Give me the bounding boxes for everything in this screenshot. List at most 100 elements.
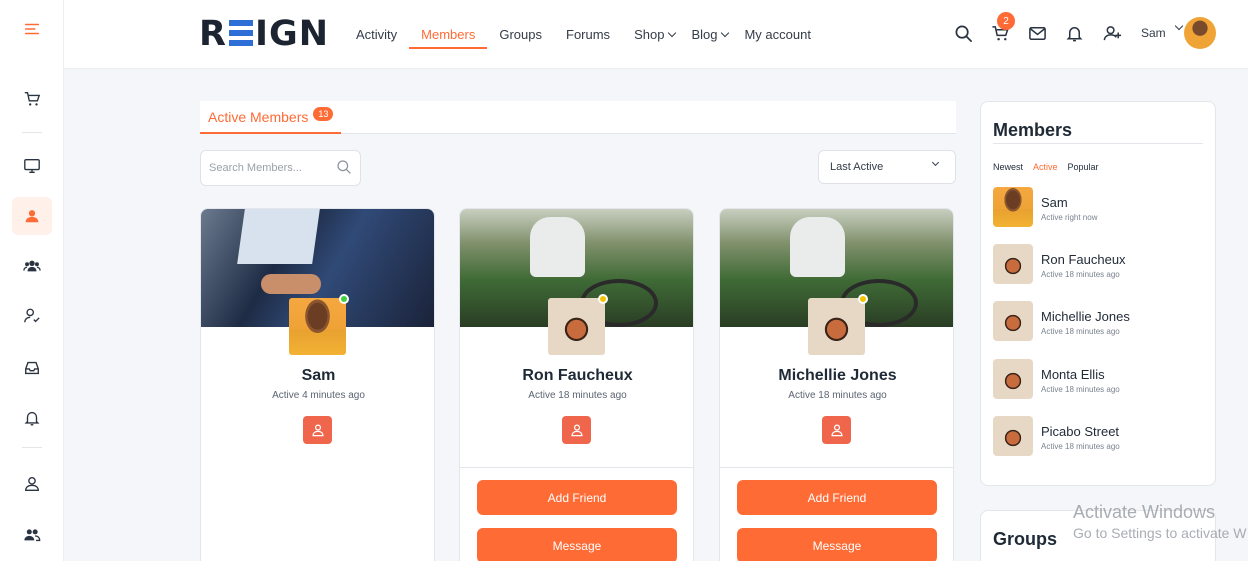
member-card-ron-faucheux: Ron Faucheux Active 18 minutes ago Add F… bbox=[459, 208, 694, 561]
chevron-down-icon[interactable] bbox=[1174, 21, 1184, 31]
nav-my-account[interactable]: My account bbox=[732, 0, 822, 69]
sort-selected-value: Last Active bbox=[830, 161, 884, 173]
chevron-down-icon bbox=[721, 28, 730, 37]
widget-member-name[interactable]: Picabo Street bbox=[1041, 424, 1119, 439]
card-divider bbox=[720, 467, 953, 468]
member-name[interactable]: Michellie Jones bbox=[720, 367, 953, 385]
chevron-down-icon bbox=[668, 28, 677, 37]
widget-member-row[interactable]: Ron Faucheux Active 18 minutes ago bbox=[993, 244, 1203, 286]
nav-groups-label: Groups bbox=[499, 27, 542, 42]
widget-member-avatar[interactable] bbox=[993, 187, 1033, 227]
members-icon[interactable] bbox=[12, 197, 52, 235]
notification-bell-icon[interactable] bbox=[1063, 22, 1085, 44]
nav-my-account-label: My account bbox=[744, 27, 811, 42]
user-icon bbox=[570, 424, 583, 437]
groups-icon[interactable] bbox=[12, 247, 52, 285]
top-header: R IGN Activity Members Groups Forums Shop… bbox=[64, 0, 1248, 69]
search-icon[interactable] bbox=[952, 22, 974, 44]
view-profile-button[interactable] bbox=[562, 416, 591, 444]
nav-activity-label: Activity bbox=[356, 27, 398, 42]
main-nav: Activity Members Groups Forums Shop Blog… bbox=[344, 0, 823, 69]
member-avatar[interactable] bbox=[808, 298, 865, 355]
nav-blog-label: Blog bbox=[691, 27, 718, 42]
add-friend-button[interactable]: Add Friend bbox=[477, 480, 677, 515]
cart-count-badge: 2 bbox=[997, 12, 1015, 30]
member-search bbox=[200, 150, 361, 186]
widget-member-row[interactable]: Michellie Jones Active 18 minutes ago bbox=[993, 301, 1203, 343]
nav-activity[interactable]: Activity bbox=[344, 0, 409, 69]
friends-icon[interactable] bbox=[12, 516, 52, 554]
nav-shop[interactable]: Shop bbox=[622, 0, 679, 69]
logo-letters-ign: IGN bbox=[254, 14, 329, 54]
card-divider bbox=[460, 467, 693, 468]
widget-member-activity: Active 18 minutes ago bbox=[1041, 442, 1120, 451]
sidebar-divider bbox=[22, 447, 42, 448]
nav-members-label: Members bbox=[421, 27, 476, 42]
tab-active-members[interactable]: Active Members 13 bbox=[200, 101, 342, 134]
widget-member-name[interactable]: Michellie Jones bbox=[1041, 309, 1130, 324]
left-sidebar bbox=[0, 0, 64, 561]
menu-icon[interactable] bbox=[12, 10, 52, 48]
member-last-active: Active 18 minutes ago bbox=[788, 390, 887, 401]
nav-groups[interactable]: Groups bbox=[487, 0, 554, 69]
widget-member-row[interactable]: Picabo Street Active 18 minutes ago bbox=[993, 416, 1203, 458]
watermark-line-2: Go to Settings to activate W bbox=[1073, 525, 1247, 541]
nav-forums[interactable]: Forums bbox=[554, 0, 622, 69]
nav-blog[interactable]: Blog bbox=[679, 0, 732, 69]
mail-icon[interactable] bbox=[1026, 22, 1048, 44]
widget-member-name[interactable]: Sam bbox=[1041, 195, 1068, 210]
away-status-indicator bbox=[598, 294, 608, 304]
chevron-down-icon bbox=[931, 158, 940, 167]
nav-members[interactable]: Members bbox=[409, 0, 488, 69]
user-icon bbox=[311, 424, 324, 437]
widget-title: Groups bbox=[993, 529, 1058, 549]
widget-divider bbox=[993, 143, 1203, 144]
message-button[interactable]: Message bbox=[737, 528, 937, 561]
sidebar-divider bbox=[22, 132, 42, 133]
member-name[interactable]: Sam bbox=[201, 367, 434, 385]
message-button[interactable]: Message bbox=[477, 528, 677, 561]
user-icon bbox=[830, 424, 843, 437]
logo-letter-r: R bbox=[199, 14, 227, 54]
user-menu-name[interactable]: Sam bbox=[1141, 26, 1166, 40]
view-profile-button[interactable] bbox=[822, 416, 851, 444]
widget-member-avatar[interactable] bbox=[993, 301, 1033, 341]
away-status-indicator bbox=[858, 294, 868, 304]
widget-member-name[interactable]: Ron Faucheux bbox=[1041, 252, 1126, 267]
user-avatar[interactable] bbox=[1184, 17, 1216, 49]
widget-member-activity: Active 18 minutes ago bbox=[1041, 327, 1120, 336]
activate-windows-watermark: Activate Windows Go to Settings to activ… bbox=[1073, 502, 1247, 541]
tab-active-members-label: Active Members bbox=[208, 108, 309, 125]
nav-forums-label: Forums bbox=[566, 27, 611, 42]
widget-filter-tabs: Newest Active Popular bbox=[993, 162, 1099, 172]
add-friend-icon[interactable] bbox=[1101, 22, 1123, 44]
watermark-line-1: Activate Windows bbox=[1073, 502, 1216, 522]
member-name[interactable]: Ron Faucheux bbox=[460, 367, 693, 385]
bell-icon[interactable] bbox=[12, 399, 52, 437]
widget-member-row[interactable]: Monta Ellis Active 18 minutes ago bbox=[993, 359, 1203, 401]
profile-icon[interactable] bbox=[12, 465, 52, 503]
logo-letter-e bbox=[228, 20, 253, 46]
add-friend-button[interactable]: Add Friend bbox=[737, 480, 937, 515]
widget-member-avatar[interactable] bbox=[993, 359, 1033, 399]
search-members-input[interactable] bbox=[209, 151, 334, 185]
member-avatar[interactable] bbox=[548, 298, 605, 355]
search-icon[interactable] bbox=[336, 159, 352, 175]
sort-select[interactable]: Last Active bbox=[818, 150, 956, 184]
widget-member-row[interactable]: Sam Active right now bbox=[993, 187, 1203, 229]
inbox-icon[interactable] bbox=[12, 349, 52, 387]
member-avatar[interactable] bbox=[289, 298, 346, 355]
widget-tab-newest[interactable]: Newest bbox=[993, 162, 1023, 172]
widget-member-avatar[interactable] bbox=[993, 244, 1033, 284]
monitor-icon[interactable] bbox=[12, 147, 52, 185]
cart-icon[interactable] bbox=[12, 80, 52, 118]
reign-logo[interactable]: R IGN bbox=[199, 14, 329, 54]
widget-tab-popular[interactable]: Popular bbox=[1068, 162, 1099, 172]
widget-tab-active[interactable]: Active bbox=[1033, 162, 1058, 172]
widget-member-name[interactable]: Monta Ellis bbox=[1041, 367, 1105, 382]
members-widget: Members Newest Active Popular Sam Active… bbox=[980, 101, 1216, 486]
view-profile-button[interactable] bbox=[303, 416, 332, 444]
user-check-icon[interactable] bbox=[12, 297, 52, 335]
widget-member-avatar[interactable] bbox=[993, 416, 1033, 456]
widget-member-activity: Active 18 minutes ago bbox=[1041, 385, 1120, 394]
